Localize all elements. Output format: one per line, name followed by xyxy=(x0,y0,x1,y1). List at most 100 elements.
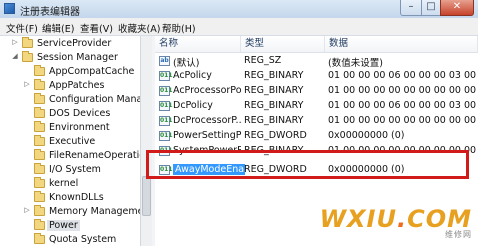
tree-item[interactable]: DOS Devices xyxy=(0,107,140,121)
value-data: (数值未设置) xyxy=(328,58,383,69)
tree-scrollbar[interactable] xyxy=(140,36,152,246)
tree-item[interactable]: kernel xyxy=(0,177,140,191)
watermark-logo: WXIU.COM xyxy=(319,205,472,233)
menu-favorites[interactable]: 收藏夹(A) xyxy=(118,21,160,35)
value-name: (默认) xyxy=(173,58,200,69)
value-data: 01 00 00 00 00 00 00 00 00 00 00 00 xyxy=(328,115,478,126)
tree-item[interactable]: KnownDLLs xyxy=(0,191,140,205)
binary-value-icon: 011 xyxy=(159,86,173,96)
site-watermark: WXIU.COM 维修网 xyxy=(320,207,472,240)
tree-item-label: Configuration Mana xyxy=(49,94,140,105)
tree-item[interactable]: Environment xyxy=(0,121,140,135)
tree-item[interactable]: Executive xyxy=(0,135,140,149)
value-row[interactable]: 011PowerSettingP...REG_DWORD 0x00000000 (… xyxy=(155,129,478,144)
tree-item-label: Quota System xyxy=(49,234,117,245)
tree-item[interactable]: ▷ ServiceProvider xyxy=(0,37,140,51)
tree-item-label: Memory Manageme xyxy=(49,206,140,217)
value-name: AcPolicy xyxy=(173,70,212,81)
column-header-type[interactable]: 类型 xyxy=(241,36,325,52)
folder-icon xyxy=(34,233,45,244)
string-value-icon: ab xyxy=(159,56,170,66)
folder-icon xyxy=(22,51,33,62)
registry-key-tree[interactable]: ▷ ServiceProvider ◢ Session Manager AppCompa… xyxy=(0,36,140,246)
menu-help[interactable]: 帮助(H) xyxy=(162,21,196,35)
tree-item-label: Executive xyxy=(49,136,96,147)
folder-icon xyxy=(34,121,45,132)
expand-arrow-icon[interactable]: ▷ xyxy=(23,80,31,88)
value-row[interactable]: ab (默认) REG_SZ (数值未设置) xyxy=(155,54,478,69)
value-type: REG_BINARY xyxy=(244,70,304,81)
value-type: REG_SZ xyxy=(244,55,282,66)
tree-item-label: DOS Devices xyxy=(49,108,111,119)
tree-item[interactable]: I/O System xyxy=(0,163,140,177)
tree-item[interactable]: Configuration Mana xyxy=(0,93,140,107)
tree-item-label: Power xyxy=(47,220,80,231)
binary-value-icon: 011 xyxy=(159,71,173,81)
tree-item[interactable]: FileRenameOperatic xyxy=(0,149,140,163)
value-data: 01 00 00 00 00 00 00 00 00 00 00 00 xyxy=(328,85,478,96)
column-header-name[interactable]: 名称 xyxy=(155,36,241,52)
value-data: 01 00 00 00 06 00 00 00 03 00 00 00 xyxy=(328,100,478,111)
column-header-data[interactable]: 数据 xyxy=(325,36,478,52)
menu-edit[interactable]: 编辑(E) xyxy=(42,21,74,35)
tree-item-label: ServiceProvider xyxy=(37,38,112,49)
folder-icon xyxy=(34,135,45,146)
tree-item[interactable]: ◢ Session Manager xyxy=(0,51,140,65)
folder-icon xyxy=(34,205,45,216)
value-row[interactable]: 011AcProcessorPo...REG_BINARY 01 00 00 00… xyxy=(155,84,478,99)
value-name: AcProcessorPo... xyxy=(173,85,241,96)
maximize-button[interactable]: □ xyxy=(421,0,441,16)
window-title: 注册表编辑器 xyxy=(20,7,80,18)
value-type: REG_BINARY xyxy=(244,115,304,126)
value-row[interactable]: 011 AcPolicy REG_BINARY 01 00 00 00 06 00 0… xyxy=(155,69,478,84)
tree-item-label: AppPatches xyxy=(49,80,105,91)
tree-item[interactable]: Power xyxy=(0,219,140,233)
tree-item-label: FileRenameOperatic xyxy=(49,150,140,161)
menu-view[interactable]: 查看(V) xyxy=(80,21,113,35)
binary-value-icon: 011 xyxy=(159,116,173,126)
folder-icon xyxy=(34,65,45,76)
folder-icon xyxy=(34,163,45,174)
value-row[interactable]: 011 DcProcessorP... REG_BINARY 01 00 00 00 … xyxy=(155,114,478,129)
tree-item[interactable]: AppCompatCache xyxy=(0,65,140,79)
tree-item[interactable]: ▷ AppPatches xyxy=(0,79,140,93)
menu-bar: 文件(F) 编辑(E) 查看(V) 收藏夹(A) 帮助(H) xyxy=(0,18,478,36)
expand-arrow-icon[interactable]: ◢ xyxy=(11,52,19,60)
tree-item[interactable]: ▷ Memory Manageme xyxy=(0,205,140,219)
value-type: REG_DWORD xyxy=(244,130,307,141)
value-row[interactable]: 011 DcPolicy REG_BINARY 01 00 00 00 06 00 0… xyxy=(155,99,478,114)
expand-arrow-icon[interactable]: ▷ xyxy=(23,206,31,214)
registry-editor-icon xyxy=(4,3,15,14)
header-divider xyxy=(155,52,478,53)
menu-file[interactable]: 文件(F) xyxy=(6,21,38,35)
value-name: DcPolicy xyxy=(173,100,213,111)
tree-item-label: KnownDLLs xyxy=(49,192,104,203)
close-button[interactable]: ✕ xyxy=(440,0,474,16)
folder-icon xyxy=(22,37,33,48)
title-bar: 注册表编辑器 – □ ✕ xyxy=(0,0,478,18)
folder-icon xyxy=(34,79,45,90)
binary-value-icon: 011 xyxy=(159,131,173,141)
folder-icon xyxy=(34,177,45,188)
tree-item[interactable]: Quota System xyxy=(0,233,140,246)
value-name: PowerSettingP... xyxy=(173,130,241,141)
value-type: REG_BINARY xyxy=(244,100,304,111)
value-data: 01 00 00 00 06 00 00 00 03 00 00 00 xyxy=(328,70,478,81)
expand-arrow-icon[interactable]: ▷ xyxy=(11,38,19,46)
folder-icon xyxy=(34,93,45,104)
tree-item-label: Environment xyxy=(49,122,110,133)
folder-icon xyxy=(34,107,45,118)
minimize-button[interactable]: – xyxy=(400,0,422,16)
value-type: REG_BINARY xyxy=(244,85,304,96)
tree-scrollbar-thumb[interactable] xyxy=(142,176,151,216)
folder-icon xyxy=(34,149,45,160)
tree-item-label: AppCompatCache xyxy=(49,66,135,77)
tree-item-label: I/O System xyxy=(49,164,101,175)
tree-item-label: kernel xyxy=(49,178,79,189)
value-name: DcProcessorP... xyxy=(173,115,241,126)
tree-item-label: Session Manager xyxy=(37,52,118,63)
annotation-highlight-box xyxy=(146,150,469,179)
folder-icon xyxy=(34,219,45,230)
folder-icon xyxy=(34,191,45,202)
value-data: 0x00000000 (0) xyxy=(328,130,405,141)
